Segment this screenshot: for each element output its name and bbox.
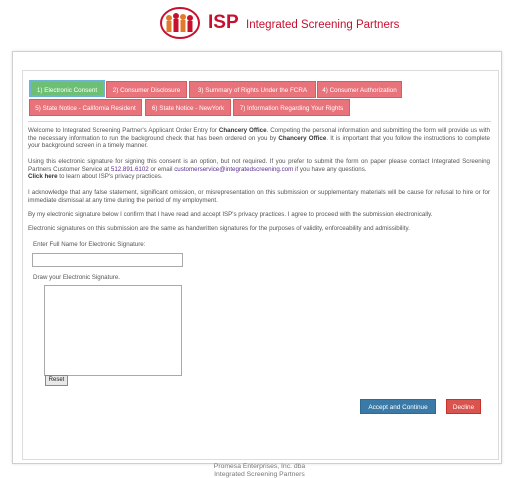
- validity-paragraph: Electronic signatures on this submission…: [28, 225, 410, 232]
- signature-label: Draw your Electronic Signature.: [33, 274, 121, 281]
- tab-consumer-disclosure[interactable]: 2) Consumer Disclosure: [106, 81, 187, 98]
- reset-button[interactable]: Reset: [45, 375, 68, 386]
- company-name: Chancery Office: [218, 127, 267, 134]
- brand-name: Integrated Screening Partners: [246, 19, 400, 31]
- company-name-2: Chancery Office: [278, 134, 327, 142]
- tab-consumer-authorization[interactable]: 4) Consumer Authorization: [317, 81, 402, 98]
- footer-brand-line: Integrated Screening Partners: [214, 471, 305, 478]
- confirmation-paragraph: By my electronic signature below I confi…: [28, 211, 433, 218]
- logo-letters: ISP: [208, 12, 239, 33]
- welcome-paragraph: Welcome to Integrated Screening Partner'…: [28, 127, 490, 150]
- isp-logo-icon: [160, 7, 200, 39]
- page-header: ISP Integrated Screening Partners: [0, 0, 519, 44]
- tab-state-notice-newyork[interactable]: 6) State Notice - NewYork: [145, 99, 231, 116]
- phone-link[interactable]: 512.891.6102: [111, 166, 149, 173]
- tab-information-regarding-rights[interactable]: 7) Information Regarding Your Rights: [233, 99, 350, 116]
- tab-divider: [28, 121, 491, 122]
- signature-pad[interactable]: [44, 285, 182, 376]
- acknowledgement-paragraph: I acknowledge that any false statement, …: [28, 189, 490, 204]
- privacy-click-here-link[interactable]: Click here: [28, 173, 58, 180]
- decline-button[interactable]: Decline: [446, 399, 481, 414]
- tab-state-notice-california[interactable]: 5) State Notice - California Resident: [29, 99, 142, 116]
- email-link[interactable]: customerservice@integratedscreening.com: [174, 166, 293, 173]
- signature-option-paragraph: Using this electronic signature for sign…: [28, 158, 490, 181]
- full-name-label: Enter Full Name for Electronic Signature…: [33, 241, 146, 248]
- full-name-input[interactable]: [32, 253, 183, 267]
- tab-summary-of-rights[interactable]: 3) Summary of Rights Under the FCRA: [189, 81, 316, 98]
- tab-electronic-consent[interactable]: 1) Electronic Consent: [29, 80, 105, 97]
- footer-company-line: Promesa Enterprises, Inc. dba: [213, 463, 306, 470]
- accept-and-continue-button[interactable]: Accept and Continue: [360, 399, 436, 414]
